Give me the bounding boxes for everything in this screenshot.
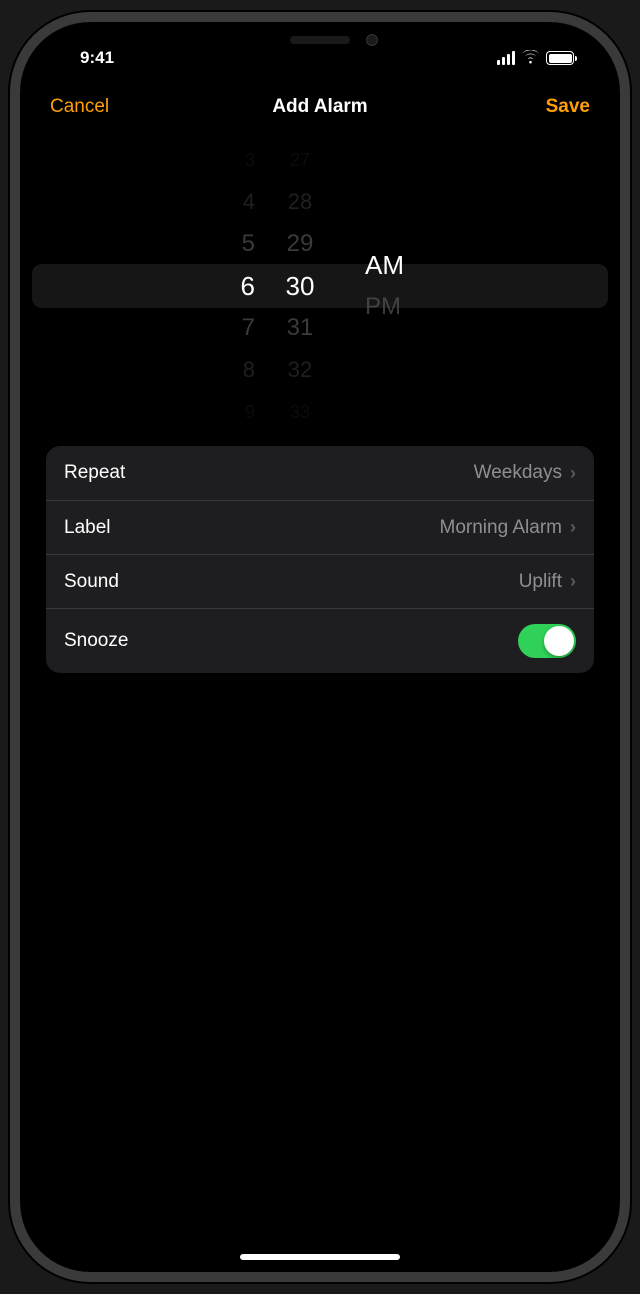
picker-period-am[interactable]: AM bbox=[365, 244, 404, 286]
speaker-grille bbox=[290, 36, 350, 44]
status-icons bbox=[497, 50, 588, 67]
label-row[interactable]: Label Morning Alarm › bbox=[46, 500, 594, 554]
home-indicator[interactable] bbox=[240, 1254, 400, 1260]
save-button[interactable]: Save bbox=[546, 96, 590, 118]
battery-icon bbox=[546, 51, 574, 65]
status-time: 9:41 bbox=[52, 48, 114, 68]
toggle-knob bbox=[544, 626, 574, 656]
sound-value: Uplift bbox=[519, 571, 562, 593]
picker-period-pm[interactable]: PM bbox=[365, 286, 401, 328]
label-value: Morning Alarm bbox=[440, 517, 563, 539]
picker-minute-item[interactable]: 33 bbox=[290, 391, 310, 433]
chevron-right-icon: › bbox=[570, 571, 576, 592]
cellular-signal-icon bbox=[497, 51, 515, 65]
minute-picker[interactable]: 27 28 29 30 31 32 33 bbox=[255, 156, 345, 416]
picker-hour-item[interactable]: 9 bbox=[245, 391, 255, 433]
picker-hour-item[interactable]: 3 bbox=[245, 139, 255, 181]
front-camera bbox=[366, 34, 378, 46]
repeat-value-group: Weekdays › bbox=[474, 462, 576, 484]
picker-hour-item[interactable]: 4 bbox=[243, 181, 255, 223]
wifi-icon bbox=[521, 50, 540, 67]
page-title: Add Alarm bbox=[272, 96, 367, 118]
screen: 9:41 Cancel Add Alarm Save bbox=[20, 22, 620, 1272]
repeat-row[interactable]: Repeat Weekdays › bbox=[46, 446, 594, 500]
picker-minute-item[interactable]: 29 bbox=[287, 223, 314, 265]
phone-frame: 9:41 Cancel Add Alarm Save bbox=[10, 12, 630, 1282]
hour-picker[interactable]: 3 4 5 6 7 8 9 bbox=[175, 156, 255, 416]
picker-minute-item[interactable]: 31 bbox=[287, 307, 314, 349]
notch bbox=[220, 22, 420, 58]
picker-hour-item[interactable]: 8 bbox=[243, 349, 255, 391]
chevron-right-icon: › bbox=[570, 517, 576, 538]
picker-minute-item[interactable]: 27 bbox=[290, 139, 310, 181]
picker-minute-selected[interactable]: 30 bbox=[286, 265, 315, 307]
label-value-group: Morning Alarm › bbox=[440, 517, 577, 539]
picker-hour-item[interactable]: 7 bbox=[242, 307, 255, 349]
snooze-toggle[interactable] bbox=[518, 624, 576, 658]
snooze-row: Snooze bbox=[46, 608, 594, 673]
sound-value-group: Uplift › bbox=[519, 571, 576, 593]
sound-row[interactable]: Sound Uplift › bbox=[46, 554, 594, 608]
label-label: Label bbox=[64, 517, 111, 539]
snooze-label: Snooze bbox=[64, 630, 128, 652]
picker-hour-selected[interactable]: 6 bbox=[241, 265, 255, 307]
sound-label: Sound bbox=[64, 571, 119, 593]
repeat-label: Repeat bbox=[64, 462, 125, 484]
picker-hour-item[interactable]: 5 bbox=[242, 223, 255, 265]
time-picker[interactable]: 3 4 5 6 7 8 9 27 28 29 30 31 32 33 bbox=[32, 156, 608, 416]
cancel-button[interactable]: Cancel bbox=[50, 96, 109, 118]
period-picker[interactable]: AM PM bbox=[345, 156, 465, 416]
nav-bar: Cancel Add Alarm Save bbox=[20, 76, 620, 136]
settings-list: Repeat Weekdays › Label Morning Alarm › … bbox=[46, 446, 594, 673]
chevron-right-icon: › bbox=[570, 463, 576, 484]
picker-minute-item[interactable]: 32 bbox=[288, 349, 312, 391]
picker-minute-item[interactable]: 28 bbox=[288, 181, 312, 223]
repeat-value: Weekdays bbox=[474, 462, 562, 484]
picker-columns: 3 4 5 6 7 8 9 27 28 29 30 31 32 33 bbox=[32, 156, 608, 416]
